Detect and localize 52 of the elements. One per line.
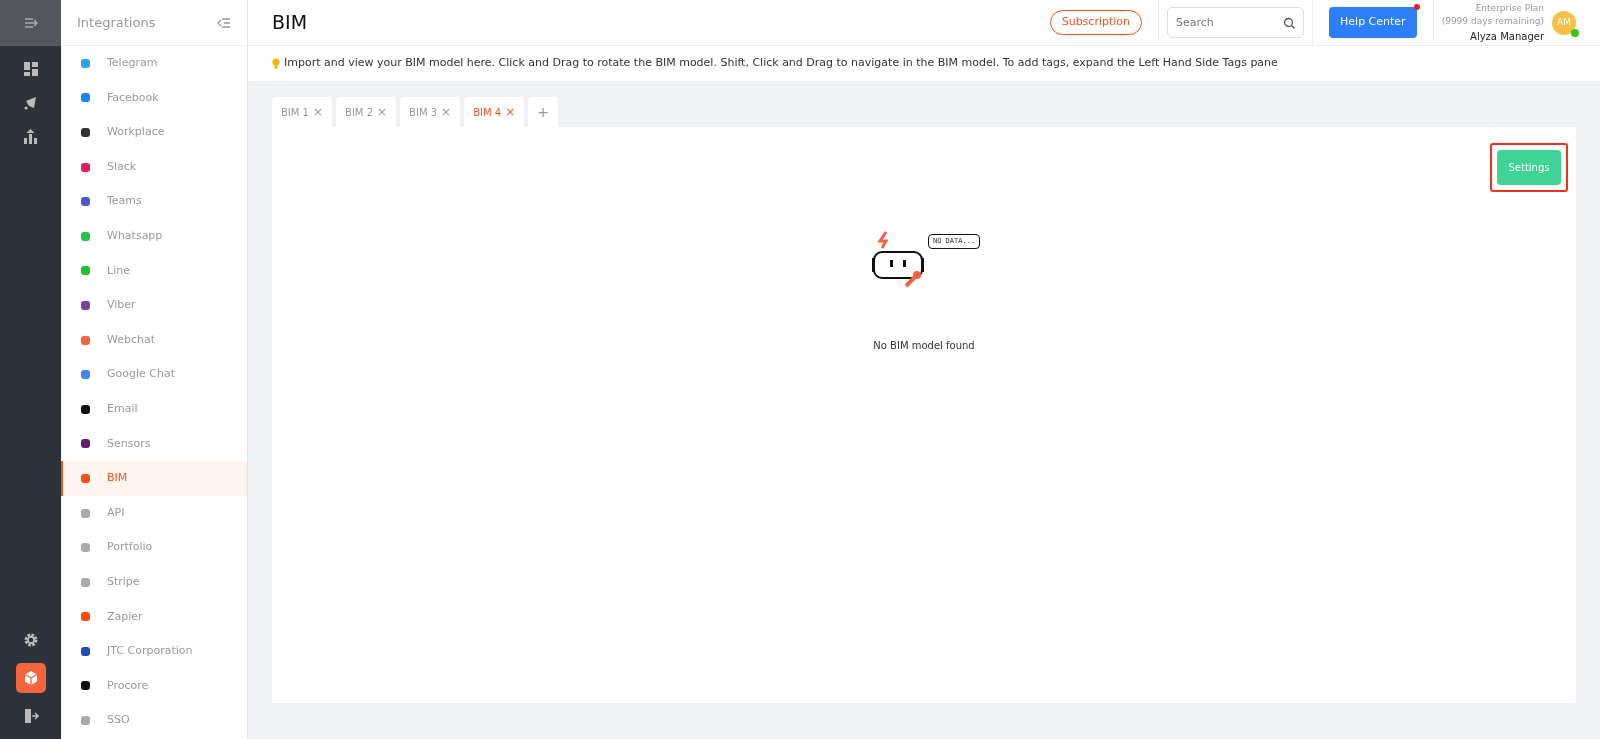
sidebar-item[interactable]: Email [61, 391, 247, 427]
help-center-button[interactable]: Help Center [1329, 7, 1417, 38]
lightbulb-icon [272, 58, 280, 69]
settings-button[interactable]: Settings [1497, 150, 1561, 185]
collapse-button[interactable] [217, 16, 231, 29]
sidebar-item[interactable]: Workplace [61, 115, 247, 150]
avatar[interactable]: AM [1552, 10, 1576, 35]
tab[interactable]: BIM 4 × [464, 97, 525, 127]
sidebar-item[interactable]: Stripe [61, 564, 247, 600]
sidebar-item[interactable]: Slack [61, 149, 247, 185]
days-remaining: (9999 days remaining) [1441, 15, 1544, 28]
sidebar-item[interactable]: Portfolio [61, 530, 247, 565]
sidebar-item[interactable]: Viber [61, 288, 247, 323]
rail-button[interactable] [15, 663, 46, 693]
sidebar-item[interactable]: API [61, 495, 247, 531]
sidebar-item[interactable]: Telegram [61, 46, 247, 81]
sidebar-item[interactable]: BIM [61, 461, 247, 496]
menu-icon [23, 17, 38, 29]
sidebar-item[interactable]: Facebook [61, 80, 247, 116]
bar-chart-icon [22, 129, 39, 145]
sidebar-item[interactable]: Teams [61, 184, 247, 219]
sidebar-item[interactable]: Google Chat [61, 357, 247, 392]
tab[interactable]: BIM 3 × [400, 97, 461, 127]
search-icon [1283, 17, 1296, 29]
sidebar-item[interactable]: Sensors [61, 426, 247, 462]
close-icon[interactable]: × [441, 103, 452, 121]
sidebar-item[interactable]: Zapier [61, 599, 247, 635]
search-field[interactable]: Search [1167, 7, 1305, 38]
tab[interactable]: BIM 1 × [272, 97, 333, 127]
dashboard-icon [22, 61, 39, 77]
close-icon[interactable]: × [505, 103, 516, 121]
plan-label: Enterprise Plan [1475, 1, 1544, 15]
sidebar-item[interactable]: Line [61, 253, 247, 289]
close-icon[interactable]: × [313, 103, 324, 121]
sidebar-title: Integrations [77, 13, 156, 32]
settings-icon [22, 632, 39, 648]
close-icon[interactable]: × [377, 103, 388, 121]
sidebar-item[interactable]: Procore [61, 668, 247, 704]
logout-icon [22, 708, 39, 724]
user-name: Alyza Manager [1470, 29, 1544, 44]
info-text: Import and view your BIM model here. Click and Drag to rotate the BIM model. Shift, Click and Drag to navigate in the BIM model. To add tags, expand the Left Hand Side Tags pane [284, 55, 1278, 72]
sidebar-item[interactable]: Webchat [61, 322, 247, 358]
sidebar-item[interactable]: SSO [61, 703, 247, 738]
add-tab-button[interactable]: + [528, 97, 558, 127]
page-title: BIM [272, 10, 309, 36]
sidebar-item[interactable]: Whatsapp [61, 218, 247, 254]
sidebar-item[interactable]: JTC Corporation [61, 634, 247, 669]
empty-message: No BIM model found [873, 339, 975, 353]
subscription-button[interactable]: Subscription [1049, 10, 1143, 35]
tab[interactable]: BIM 2 × [336, 97, 397, 127]
cube-icon [22, 670, 39, 686]
megaphone-icon [22, 95, 39, 111]
